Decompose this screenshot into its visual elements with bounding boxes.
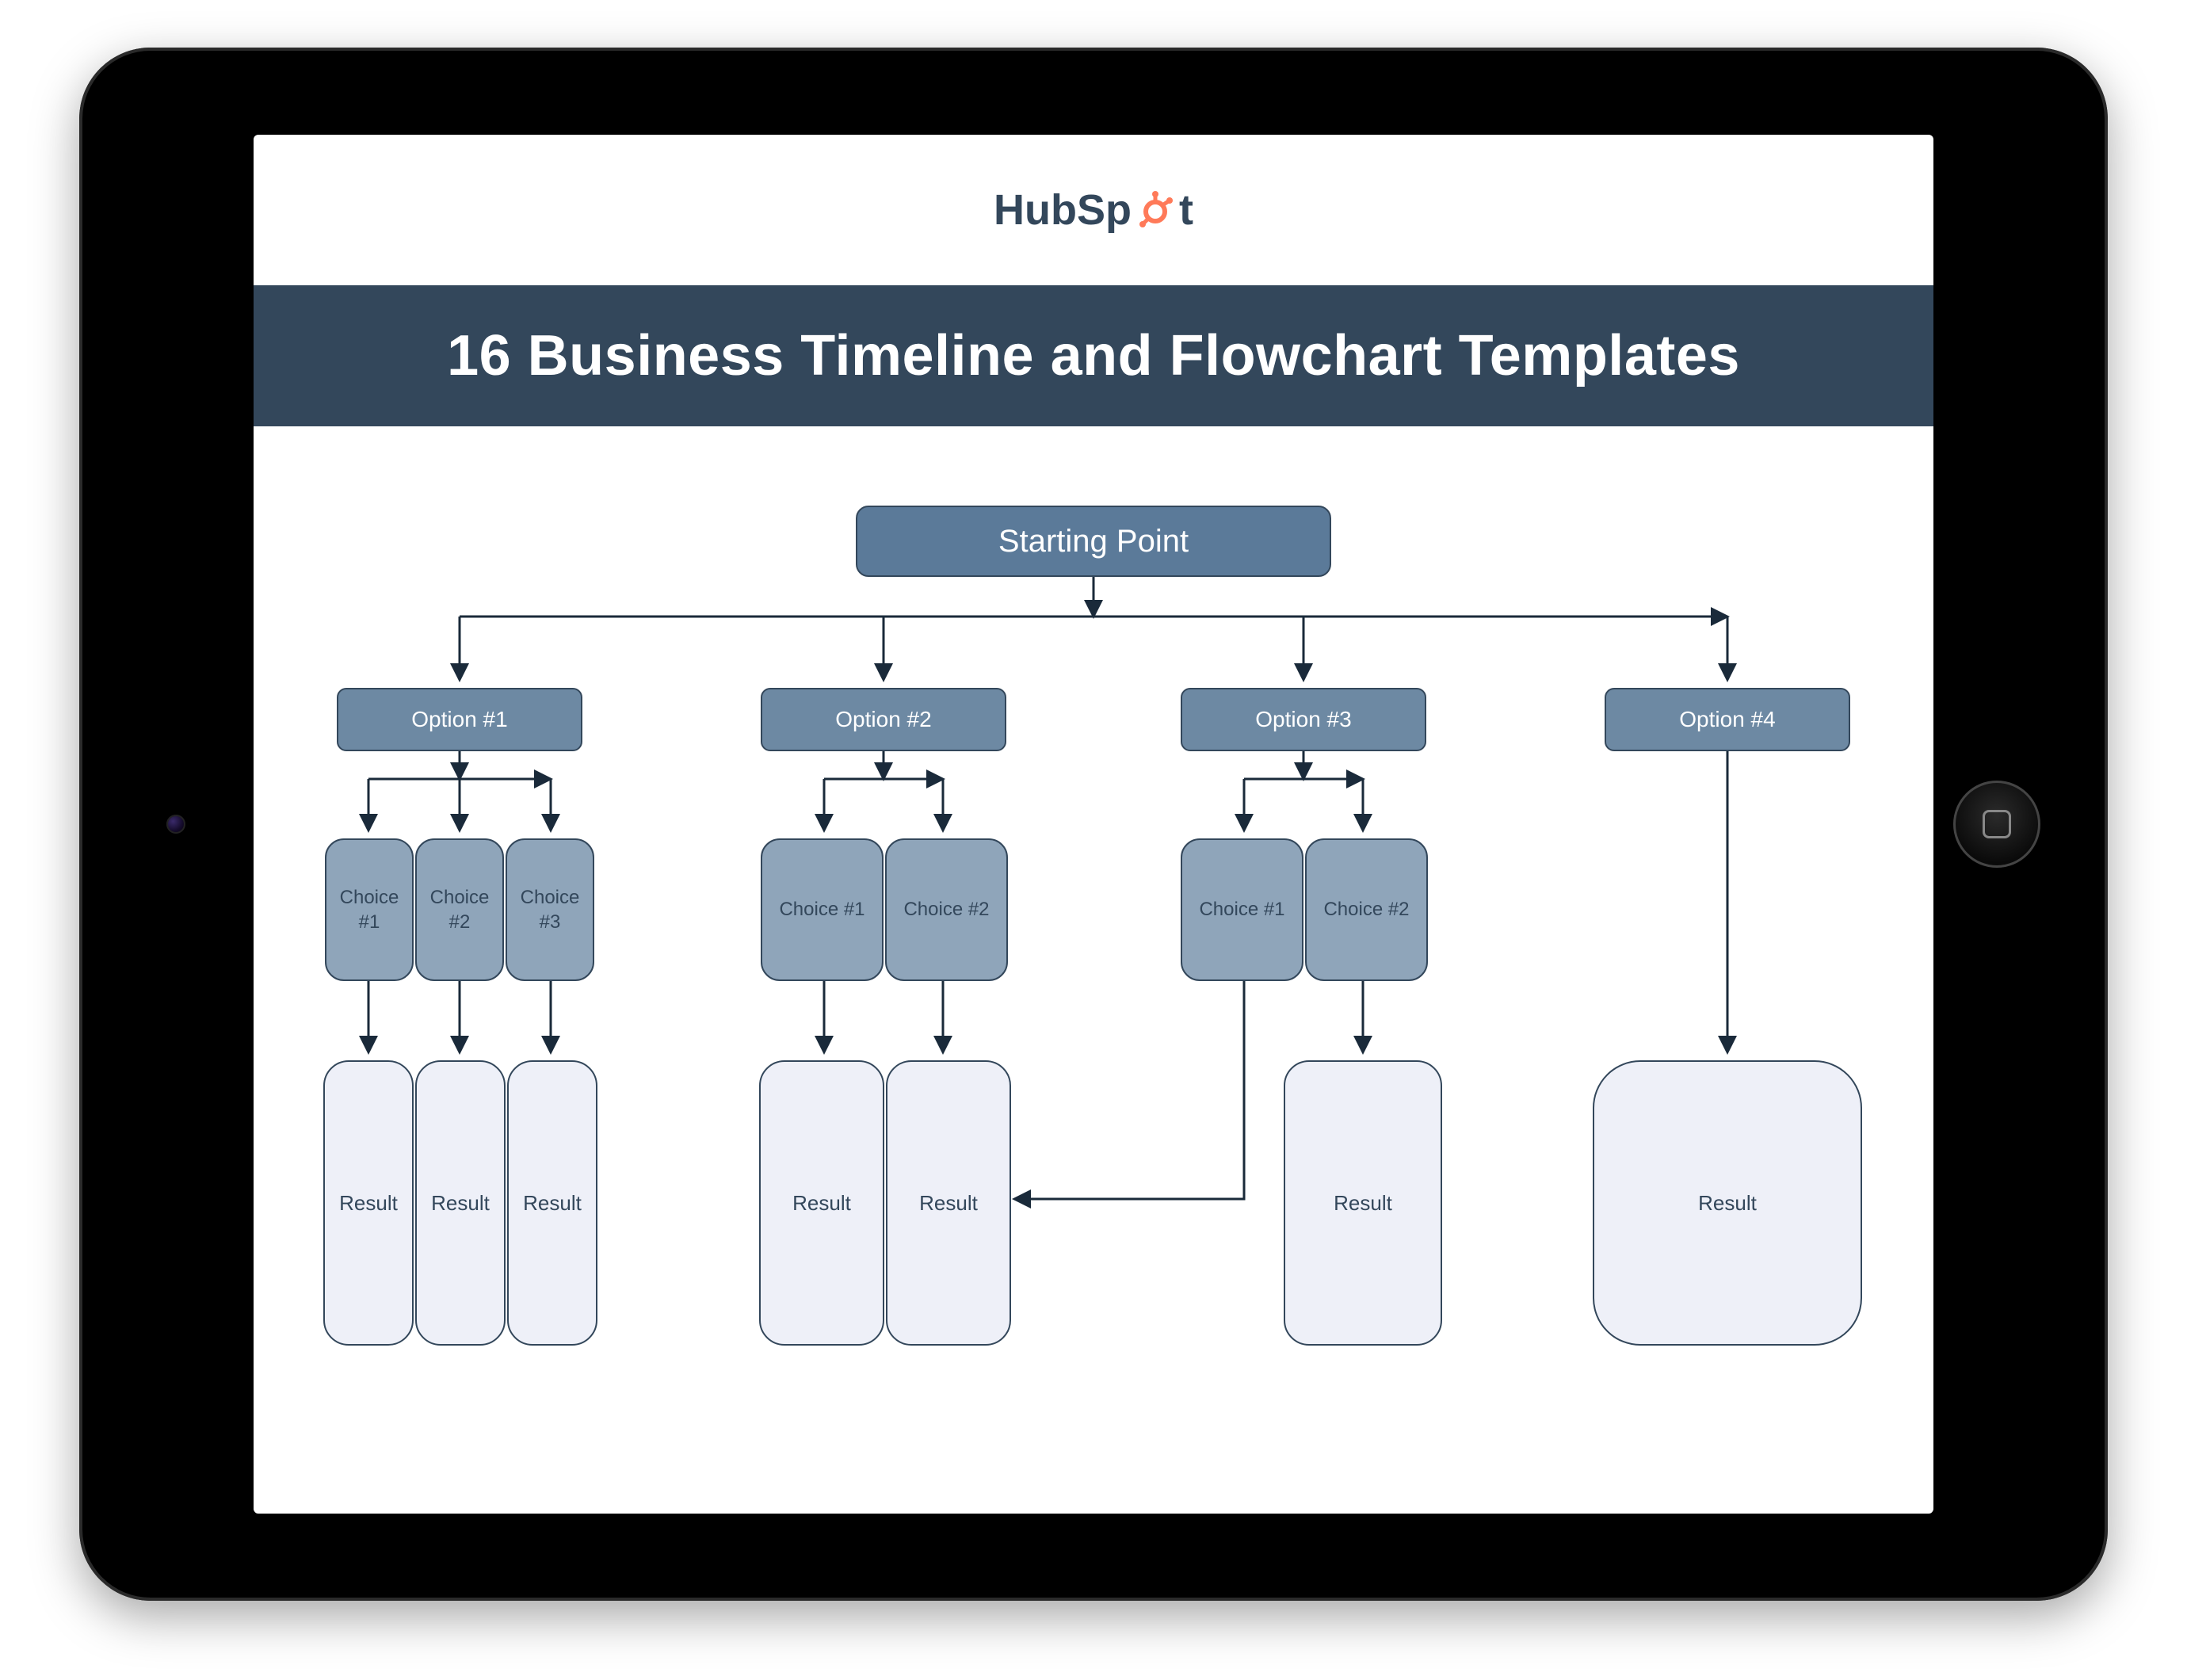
- flow-option-4: Option #4: [1605, 688, 1850, 751]
- camera-icon: [166, 815, 185, 834]
- flow-option-2: Option #2: [761, 688, 1006, 751]
- flow-result-2-1: Result: [759, 1060, 884, 1346]
- flow-choice-1-1: Choice #1: [325, 838, 414, 981]
- flow-start-label: Starting Point: [998, 524, 1189, 559]
- flow-result-1-1: Result: [323, 1060, 414, 1346]
- flow-result-2-2: Result: [886, 1060, 1011, 1346]
- flow-start: Starting Point: [856, 506, 1331, 577]
- flow-result-3: Result: [1284, 1060, 1442, 1346]
- flowchart-connectors: [254, 426, 1933, 1514]
- sprocket-icon: [1136, 191, 1174, 229]
- flow-choice-2-2: Choice #2: [885, 838, 1008, 981]
- flow-result-1-3: Result: [507, 1060, 597, 1346]
- flow-option-3: Option #3: [1181, 688, 1426, 751]
- home-button[interactable]: [1953, 781, 2040, 868]
- hubspot-logo: HubSp t: [994, 185, 1193, 235]
- flow-choice-1-2: Choice #2: [415, 838, 504, 981]
- logo-text-pre: HubSp: [994, 185, 1132, 235]
- tablet-frame: HubSp t 16 Business Timeline and Flowcha…: [79, 48, 2108, 1601]
- flow-result-1-2: Result: [415, 1060, 506, 1346]
- flow-result-4: Result: [1593, 1060, 1862, 1346]
- screen: HubSp t 16 Business Timeline and Flowcha…: [254, 135, 1933, 1514]
- flow-choice-2-1: Choice #1: [761, 838, 884, 981]
- flowchart: Starting Point Option #1 Option #2 Optio…: [254, 426, 1933, 1514]
- flow-choice-1-3: Choice #3: [506, 838, 594, 981]
- logo-text-post: t: [1179, 185, 1193, 235]
- flow-choice-3-1: Choice #1: [1181, 838, 1303, 981]
- flow-option-1: Option #1: [337, 688, 582, 751]
- logo-row: HubSp t: [254, 135, 1933, 285]
- flow-choice-3-2: Choice #2: [1305, 838, 1428, 981]
- page-title: 16 Business Timeline and Flowchart Templ…: [254, 285, 1933, 426]
